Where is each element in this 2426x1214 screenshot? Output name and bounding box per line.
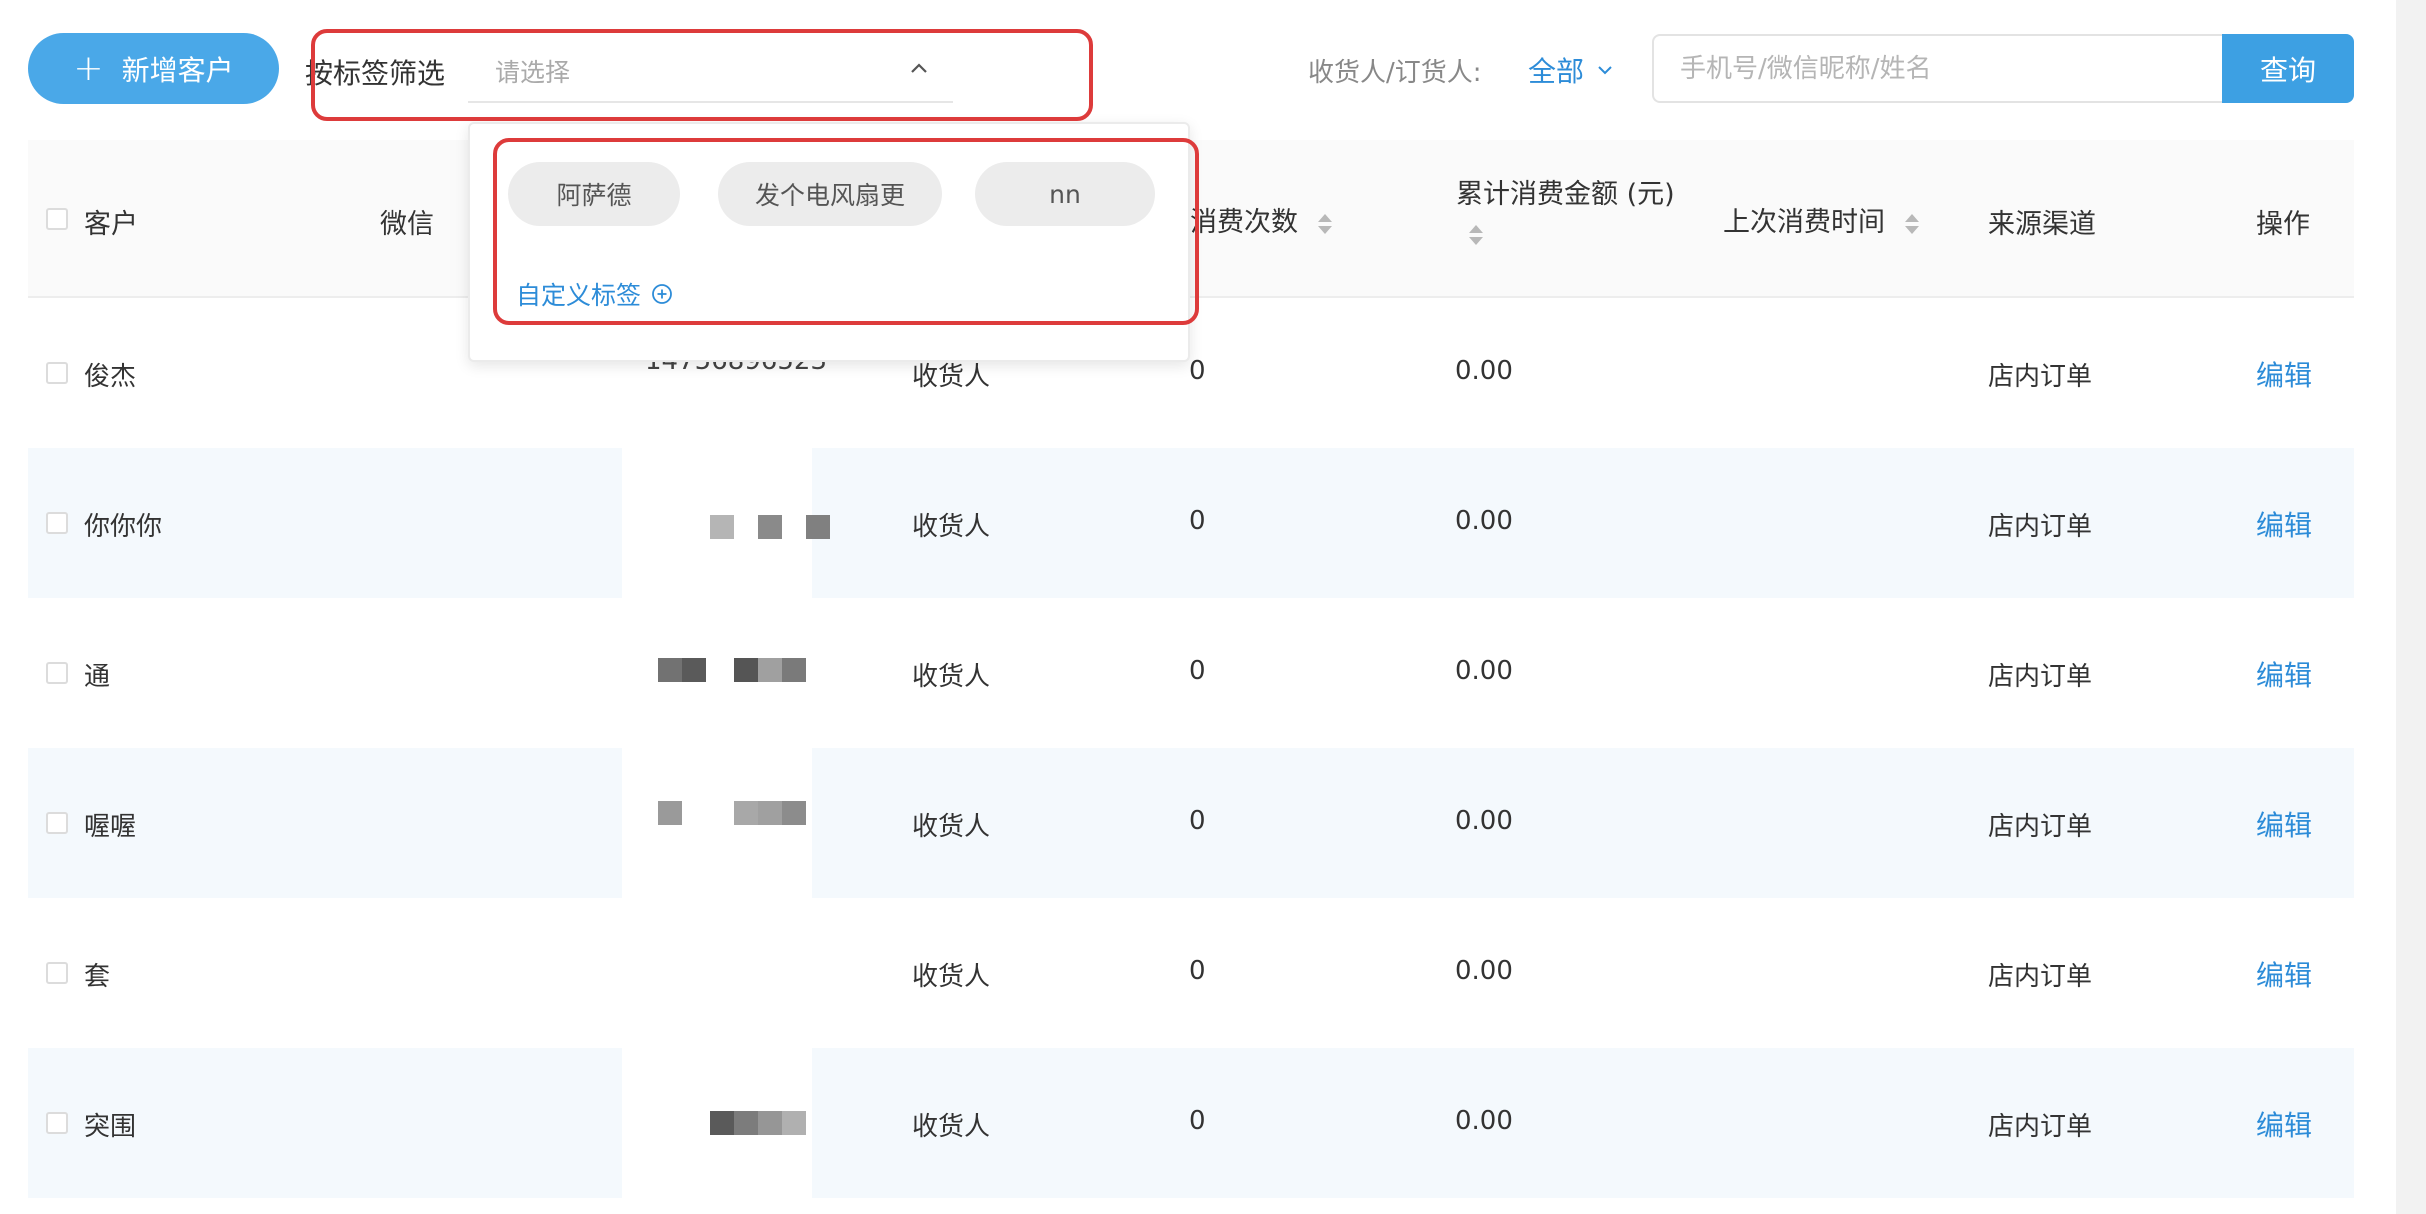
row-checkbox[interactable] bbox=[46, 512, 68, 534]
row-checkbox[interactable] bbox=[46, 662, 68, 684]
total-amount: 0.00 bbox=[1455, 356, 1513, 386]
add-customer-label: 新增客户 bbox=[121, 53, 234, 87]
source-channel: 店内订单 bbox=[1988, 812, 2093, 842]
edit-link[interactable]: 编辑 bbox=[2256, 804, 2312, 844]
tag-dropdown-panel: 阿萨德 发个电风扇更 nn 自定义标签 bbox=[468, 122, 1190, 362]
edit-link[interactable]: 编辑 bbox=[2256, 354, 2312, 394]
edit-link[interactable]: 编辑 bbox=[2256, 1104, 2312, 1144]
query-button[interactable]: 查询 bbox=[2222, 34, 2354, 103]
total-amount: 0.00 bbox=[1455, 806, 1513, 836]
row-checkbox[interactable] bbox=[46, 1112, 68, 1134]
consume-count: 0 bbox=[1189, 656, 1206, 686]
chevron-down-icon bbox=[1598, 66, 1612, 75]
col-consume-count[interactable]: 消费次数 bbox=[1190, 200, 1333, 239]
vertical-scrollbar[interactable] bbox=[2396, 0, 2426, 1214]
redacted-area bbox=[622, 748, 812, 898]
redacted-area bbox=[622, 1048, 812, 1198]
tag-option[interactable]: 发个电风扇更 bbox=[718, 162, 942, 226]
source-channel: 店内订单 bbox=[1988, 362, 2093, 392]
customer-name: 套 bbox=[84, 962, 111, 992]
total-amount: 0.00 bbox=[1455, 956, 1513, 986]
customer-type: 收货人 bbox=[912, 512, 991, 542]
sort-icon bbox=[1317, 213, 1332, 234]
customer-type: 收货人 bbox=[912, 1112, 991, 1142]
edit-link[interactable]: 编辑 bbox=[2256, 504, 2312, 544]
customer-name: 通 bbox=[84, 662, 111, 692]
table-row: 通 收货人 0 0.00 店内订单 编辑 bbox=[28, 598, 2354, 748]
col-total-amount[interactable]: 累计消费金额 (元) bbox=[1456, 172, 1675, 254]
consume-count: 0 bbox=[1189, 956, 1206, 986]
customer-name: 突围 bbox=[84, 1112, 137, 1142]
consume-count: 0 bbox=[1189, 1106, 1206, 1136]
receiver-filter-value: 全部 bbox=[1528, 55, 1585, 88]
col-wechat: 微信 bbox=[380, 209, 434, 240]
tag-filter-label: 按标签筛选 bbox=[305, 57, 446, 90]
plus-icon: + bbox=[73, 47, 104, 89]
table-row: 你你你 收货人 0 0.00 店内订单 编辑 bbox=[28, 448, 2354, 598]
table-row: 喔喔 收货人 0 0.00 店内订单 编辑 bbox=[28, 748, 2354, 898]
source-channel: 店内订单 bbox=[1988, 512, 2093, 542]
row-checkbox[interactable] bbox=[46, 962, 68, 984]
edit-link[interactable]: 编辑 bbox=[2256, 654, 2312, 694]
table-row: 套 收货人 0 0.00 店内订单 编辑 bbox=[28, 898, 2354, 1048]
sort-icon bbox=[1469, 225, 1483, 245]
add-customer-button[interactable]: + 新增客户 bbox=[28, 33, 279, 104]
tag-select-placeholder: 请选择 bbox=[495, 58, 571, 87]
redacted-area bbox=[622, 448, 830, 598]
table-header: 客户 微信 消费次数 累计消费金额 (元) 上次消费时间 来源渠道 操作 bbox=[28, 140, 2354, 298]
col-action: 操作 bbox=[2256, 209, 2310, 240]
consume-count: 0 bbox=[1189, 506, 1206, 536]
table-row: 俊杰 14756896523 收货人 0 0.00 店内订单 编辑 bbox=[28, 298, 2354, 448]
source-channel: 店内订单 bbox=[1988, 662, 2093, 692]
customer-type: 收货人 bbox=[912, 962, 991, 992]
redacted-area bbox=[622, 598, 812, 748]
search-input[interactable] bbox=[1654, 36, 2222, 101]
consume-count: 0 bbox=[1189, 356, 1206, 386]
tag-select[interactable]: 请选择 bbox=[468, 33, 953, 103]
col-last-time-label: 上次消费时间 bbox=[1723, 207, 1885, 238]
col-total-amount-label: 累计消费金额 (元) bbox=[1456, 179, 1675, 210]
search-input-wrapper bbox=[1652, 34, 2222, 103]
row-checkbox[interactable] bbox=[46, 812, 68, 834]
sort-icon bbox=[1904, 213, 1919, 234]
receiver-filter-label: 收货人/订货人: bbox=[1308, 58, 1482, 88]
customer-type: 收货人 bbox=[912, 662, 991, 692]
tag-option[interactable]: 阿萨德 bbox=[508, 162, 680, 226]
customer-name: 你你你 bbox=[84, 512, 163, 542]
redacted-area bbox=[622, 898, 812, 1048]
select-all-checkbox[interactable] bbox=[46, 208, 68, 230]
custom-tag-link[interactable]: 自定义标签 bbox=[516, 276, 673, 312]
edit-link[interactable]: 编辑 bbox=[2256, 954, 2312, 994]
receiver-filter-dropdown[interactable]: 全部 bbox=[1528, 50, 1614, 90]
source-channel: 店内订单 bbox=[1988, 1112, 2093, 1142]
consume-count: 0 bbox=[1189, 806, 1206, 836]
total-amount: 0.00 bbox=[1455, 656, 1513, 686]
customer-type: 收货人 bbox=[912, 812, 991, 842]
row-checkbox[interactable] bbox=[46, 362, 68, 384]
tag-option[interactable]: nn bbox=[975, 162, 1155, 226]
col-source: 来源渠道 bbox=[1988, 209, 2096, 240]
custom-tag-label: 自定义标签 bbox=[516, 281, 642, 310]
col-customer: 客户 bbox=[84, 209, 138, 240]
customer-name: 喔喔 bbox=[84, 812, 137, 842]
customer-name: 俊杰 bbox=[84, 362, 137, 392]
source-channel: 店内订单 bbox=[1988, 962, 2093, 992]
table-row: 突围 收货人 0 0.00 店内订单 编辑 bbox=[28, 1048, 2354, 1198]
plus-circle-icon bbox=[652, 284, 672, 304]
total-amount: 0.00 bbox=[1455, 1106, 1513, 1136]
total-amount: 0.00 bbox=[1455, 506, 1513, 536]
chevron-up-icon bbox=[911, 63, 927, 73]
col-consume-count-label: 消费次数 bbox=[1190, 207, 1298, 238]
col-last-time[interactable]: 上次消费时间 bbox=[1723, 200, 1920, 239]
